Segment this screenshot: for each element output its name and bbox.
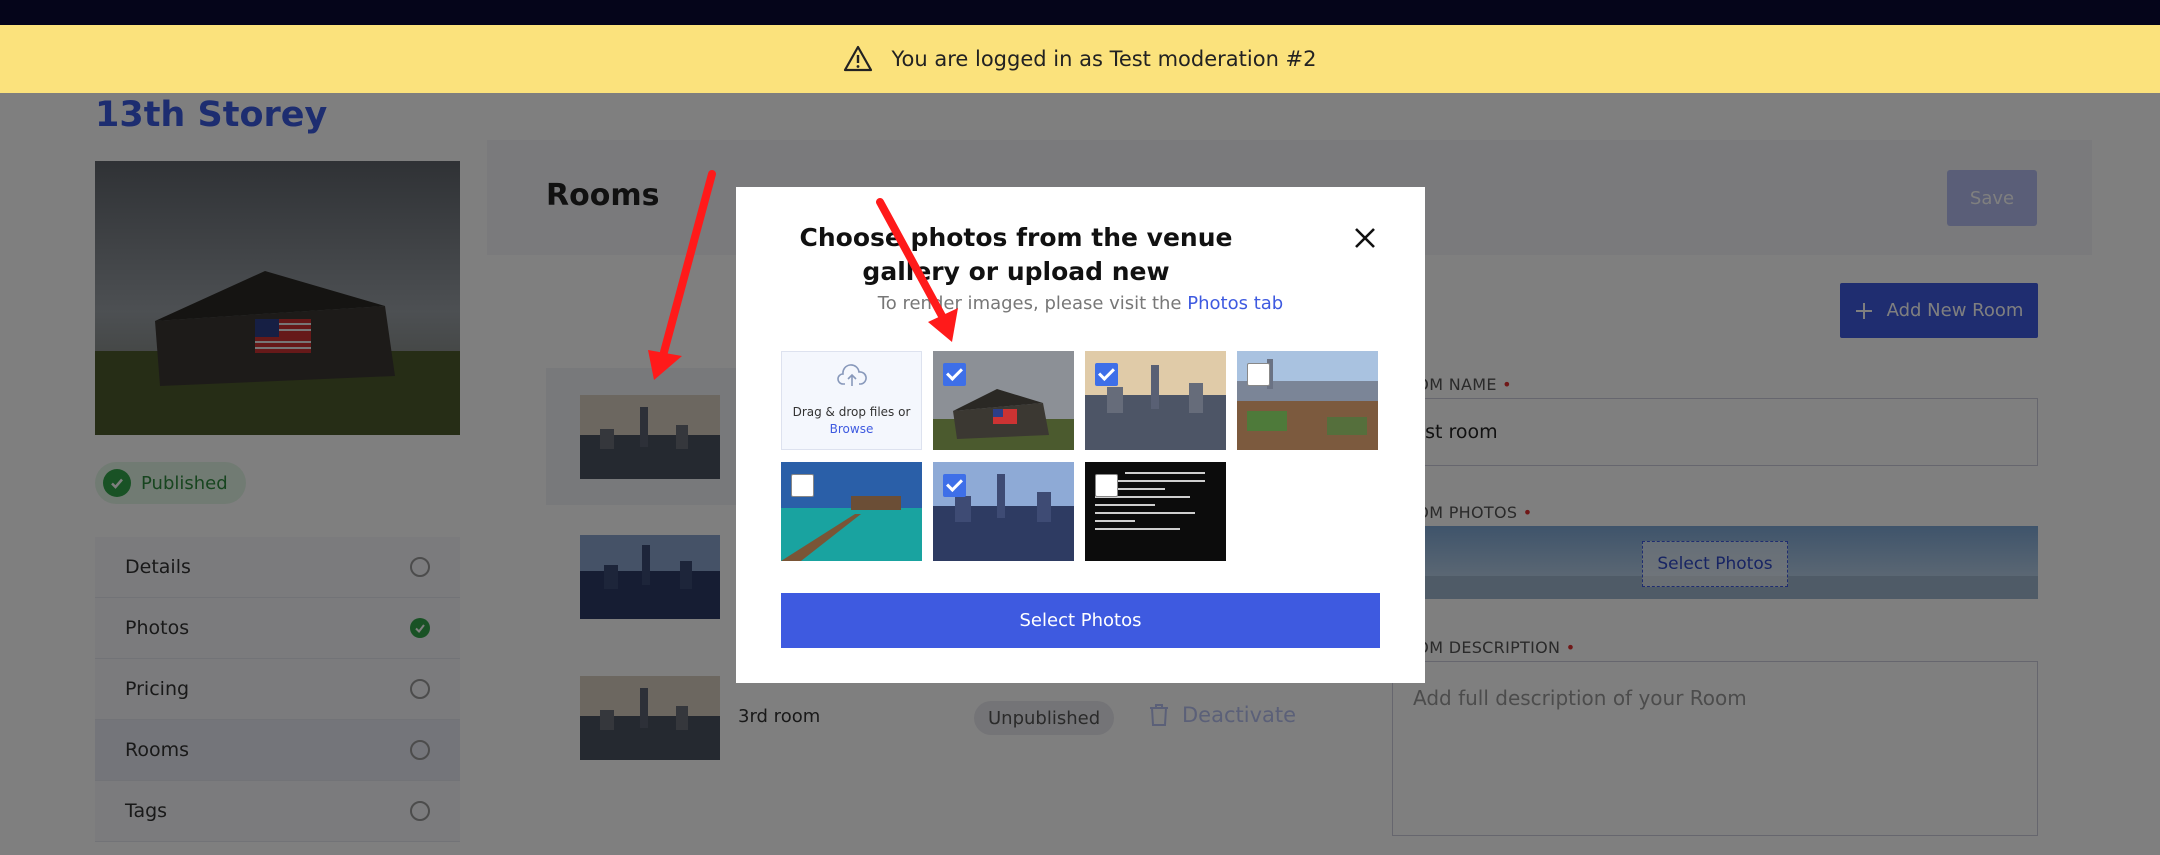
annotation-arrows	[648, 170, 958, 380]
